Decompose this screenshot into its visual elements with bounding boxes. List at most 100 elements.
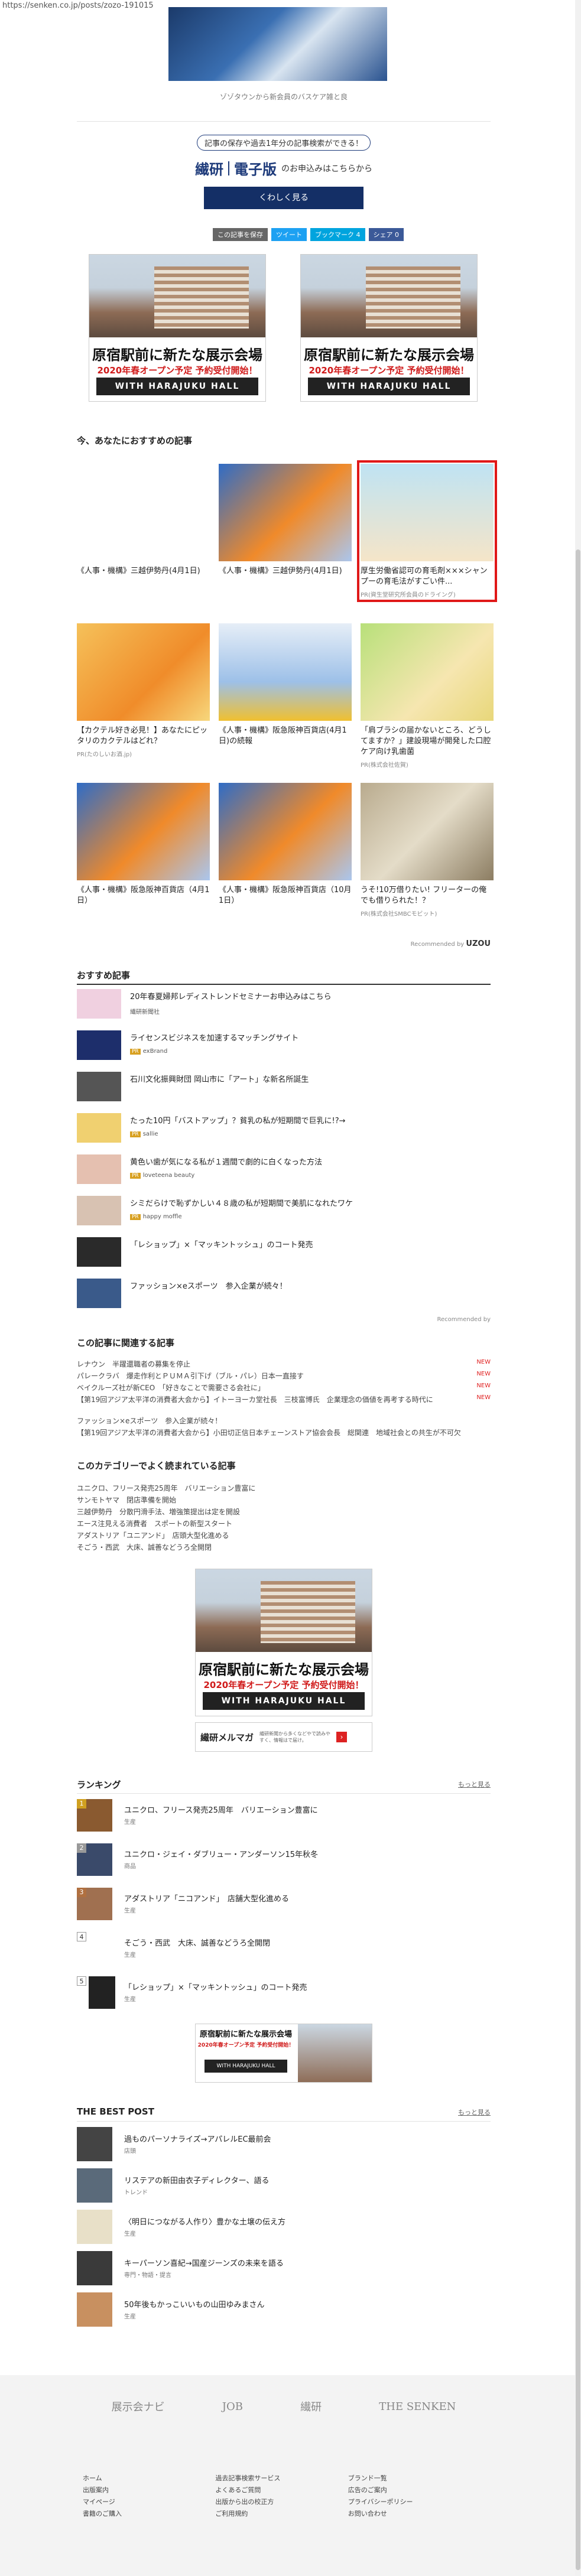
bestpost-item[interactable]: リステアの新田由衣子ディレクター、語る トレンド [77, 2168, 491, 2209]
related-link[interactable]: ファッション×eスポーツ 参入企業が続々！ [77, 1416, 491, 1427]
details-button[interactable]: くわしく見る [204, 187, 363, 209]
footer-link[interactable]: よくあるご質問 [215, 2484, 348, 2496]
card-title: 《人事・機構》三越伊勢丹(4月1日) [219, 567, 342, 575]
footer-link[interactable]: ブランド一覧 [348, 2473, 481, 2484]
card-title: 《人事・機構》阪急阪神百貨店(4月1日)の続報 [219, 726, 347, 746]
card-image [219, 623, 352, 721]
osusume-item[interactable]: ファッション×eスポーツ 参入企業が続々！ [77, 1276, 491, 1310]
osusume-title: ファッション×eスポーツ 参入企業が続々！ [130, 1282, 287, 1291]
logo-text: 繊研 [195, 161, 223, 178]
subscribe-text: 記事の保存や過去1年分の記事検索ができる！ [196, 135, 371, 151]
building-windows [154, 266, 249, 328]
banner-ad-center[interactable]: 原宿駅前に新たな展示会場 2020年春オープン予定 予約受付開始！ WITH H… [195, 1569, 372, 1716]
card-pr: PR(たのしいお酒.jp) [77, 752, 132, 758]
banner-ad-small[interactable]: 原宿駅前に新たな展示会場 2020年春オープン予定 予約受付開始！ WITH H… [195, 2024, 372, 2083]
rec-card[interactable]: 「肩ブラシの届かないところ、どうしてますか？」建設現場が開発した口腔ケア向け乳歯… [361, 623, 494, 769]
share-bar: この記事を保存 ツイート ブックマーク 4 シェア 0 [213, 228, 404, 241]
osusume-source: PR happy moffle [130, 1214, 182, 1220]
related-link[interactable]: パレークラバ 爆走作利とＰＵＭＡ引下げ（ブル・パレ）日本一直接す NEW [77, 1371, 491, 1383]
logo-tenjikai[interactable]: 展示会ナビ [112, 2399, 165, 2414]
bestpost-tag: 専門・物語・提言 [124, 2272, 171, 2279]
rank-title: ユニクロ、フリース発売25周年 バリエーション豊富に [124, 1806, 318, 1815]
logo-senken[interactable]: 繊研 [300, 2399, 322, 2414]
footer-link[interactable]: ホーム [83, 2473, 215, 2484]
category-link[interactable]: そごう・西武 大床、誠善などうろ全開閉 [77, 1542, 212, 1552]
ranking-item[interactable]: 5 「レショップ」×「マッキントッシュ」のコート発売 生産 [77, 1976, 491, 2018]
osusume-item[interactable]: シミだらけで恥ずかしい４８歳の私が短期間で美肌になれたワケ PR happy mof… [77, 1193, 491, 1228]
mailmag-banner[interactable]: 繊研メルマガ 繊研新聞から多くなどやで読みやすく、情報はで届け。 › [195, 1722, 372, 1752]
bestpost-tag: 生産 [124, 2314, 136, 2320]
ad-title: 原宿駅前に新たな展示会場 [304, 347, 474, 363]
category-link[interactable]: 三越伊勢丹 分散円滑手法、増強策提出は定を開設 [77, 1507, 240, 1517]
related-link[interactable]: 【第19回アジア太平洋の消費者大会から】小田切正信日本チェーンストア協会会長 総… [77, 1427, 491, 1448]
rank-number: 1 [77, 1799, 86, 1809]
rank-number: 5 [77, 1976, 86, 1986]
category-link[interactable]: エース注見える消費者 スポートの新型スタート [77, 1518, 232, 1528]
footer-link[interactable]: 出版案内 [83, 2484, 215, 2496]
footer-link[interactable]: 書籍のご購入 [83, 2508, 215, 2520]
rec-card[interactable]: うそ!10万借りたい! フリーターの俺でも借りられた！？ PR(株式会社SMBC… [361, 783, 494, 918]
banner-ad-right[interactable]: 原宿駅前に新たな展示会場 2020年春オープン予定 予約受付開始！ WITH H… [300, 254, 478, 402]
bookmark-button[interactable]: ブックマーク 4 [310, 228, 365, 241]
rec-card[interactable]: 【カクテル好き必見！】あなたにピッタリのカクテルはどれ？ PR(たのしいお酒.j… [77, 623, 210, 758]
related-link[interactable]: ベイクルーズ社が新CEO 「好きなことで需要さる会社に」 NEW [77, 1383, 491, 1394]
footer-link[interactable]: ご利用規約 [215, 2508, 348, 2520]
facebook-share-button[interactable]: シェア 0 [368, 228, 404, 241]
footer-link[interactable]: 過去記事検索サービス [215, 2473, 348, 2484]
rec-card[interactable]: 《人事・機構》阪急阪神百貨店（4月1日） [77, 783, 210, 906]
divider [77, 1793, 491, 1794]
osusume-item[interactable]: 「レショップ」×「マッキントッシュ」のコート発売 [77, 1235, 491, 1269]
footer-link[interactable]: 出版から出の校正方 [215, 2496, 348, 2508]
building-windows [261, 1581, 355, 1643]
save-button[interactable]: この記事を保存 [213, 228, 268, 241]
ad-title: 原宿駅前に新たな展示会場 [92, 347, 262, 363]
osusume-item[interactable]: 20年春夏婦邦レディストレンドセミナーお申込みはこちら 繊研新聞社 [77, 987, 491, 1021]
scrollbar-thumb[interactable] [576, 549, 580, 2570]
osusume-item[interactable]: たった10円「バストアップ」？貧乳の私が短期間で巨乳に!?→ PR sallie [77, 1111, 491, 1145]
footer-link[interactable]: マイページ [83, 2496, 215, 2508]
bestpost-item[interactable]: キーパーソン喜紀→国産ジーンズの未来を語る 専門・物語・提言 [77, 2251, 491, 2291]
rank-tag: 生産 [124, 1908, 136, 1914]
scrollbar[interactable] [575, 0, 581, 2576]
bestpost-item[interactable]: 過ものパーソナライズ→アパレルEC最前会 店頭 [77, 2127, 491, 2167]
category-link[interactable]: アダストリア「ユニアンド」 店頭大型化進める [77, 1530, 229, 1540]
bestpost-item[interactable]: 50年後もかっこいいもの山田ゆみまさん 生産 [77, 2292, 491, 2333]
ranking-item[interactable]: 4 そごう・西武 大床、誠善などうろ全開閉 生産 [77, 1932, 491, 1973]
rec-card[interactable]: 《人事・機構》三越伊勢丹(4月1日) [77, 464, 210, 577]
ranking-item[interactable]: 2 ユニクロ・ジェイ・ダブリュー・アンダーソン15年秋冬 商品 [77, 1843, 491, 1885]
bestpost-item[interactable]: 〈明日につながる人作り〉豊かな土壌の伝え方 生産 [77, 2210, 491, 2250]
osusume-item[interactable]: ライセンスビジネスを加速するマッチングサイト PR exBrand [77, 1028, 491, 1062]
rec-card[interactable]: 《人事・機構》阪急阪神百貨店（10月1日） [219, 783, 352, 906]
rank-tag: 商品 [124, 1863, 136, 1870]
category-link[interactable]: ユニクロ、フリース発売25周年 バリエーション豊富に [77, 1483, 255, 1493]
ranking-more-link[interactable]: もっと見る [458, 1780, 491, 1789]
footer-link[interactable]: 広告のご案内 [348, 2484, 481, 2496]
osusume-source: 繊研新聞社 [130, 1009, 160, 1016]
thumb [77, 1237, 121, 1267]
osusume-heading: おすすめ記事 [77, 970, 131, 981]
card-image [77, 783, 210, 880]
thumb [77, 1113, 121, 1143]
bestpost-more-link[interactable]: もっと見る [458, 2107, 491, 2117]
related-link[interactable]: 【第19回アジア太平洋の消費者大会から】イトーヨーカ堂社長 三枝富博氏 企業理念… [77, 1394, 491, 1414]
rec-card[interactable]: 《人事・機構》三越伊勢丹(4月1日) [219, 464, 352, 577]
rec-card[interactable]: 《人事・機構》阪急阪神百貨店(4月1日)の続報 [219, 623, 352, 747]
tweet-button[interactable]: ツイート [271, 228, 307, 241]
rank-title: アダストリア「ニコアンド」 店舗大型化進める [124, 1895, 289, 1904]
banner-ad-left[interactable]: 原宿駅前に新たな展示会場 2020年春オープン予定 予約受付開始！ WITH H… [89, 254, 266, 402]
related-link[interactable]: レナウン 半躍還職者の募集を停止 NEW [77, 1359, 491, 1371]
ranking-item[interactable]: 3 アダストリア「ニコアンド」 店舗大型化進める 生産 [77, 1888, 491, 1929]
rank-tag: 生産 [124, 1952, 136, 1959]
category-link[interactable]: サンモトヤマ 閉店準備を開始 [77, 1495, 176, 1505]
bestpost-tag: 生産 [124, 2231, 136, 2237]
logo-suffix: のお申込みはこちらから [281, 164, 372, 174]
ranking-item[interactable]: 1 ユニクロ、フリース発売25周年 バリエーション豊富に 生産 [77, 1799, 491, 1840]
logo-job[interactable]: JOB [222, 2401, 243, 2413]
osusume-item[interactable]: 石川文化振興財団 岡山市に「アート」な新名所誕生 [77, 1069, 491, 1104]
logo-the-senken[interactable]: THE SENKEN [379, 2401, 456, 2413]
rec-card-highlighted[interactable]: 厚生労働省認可の育毛剤×××シャンプーの育毛法がすごい件... PR(資生堂研究… [357, 460, 497, 602]
footer-link[interactable]: プライバシーポリシー [348, 2496, 481, 2508]
osusume-item[interactable]: 黄色い歯が気になる私が１週間で劇的に白くなった方法 PR loveteena bea… [77, 1152, 491, 1186]
url-bar: https://senken.co.jp/posts/zozo-191015 [2, 1, 154, 10]
footer-link[interactable]: お問い合わせ [348, 2508, 481, 2520]
